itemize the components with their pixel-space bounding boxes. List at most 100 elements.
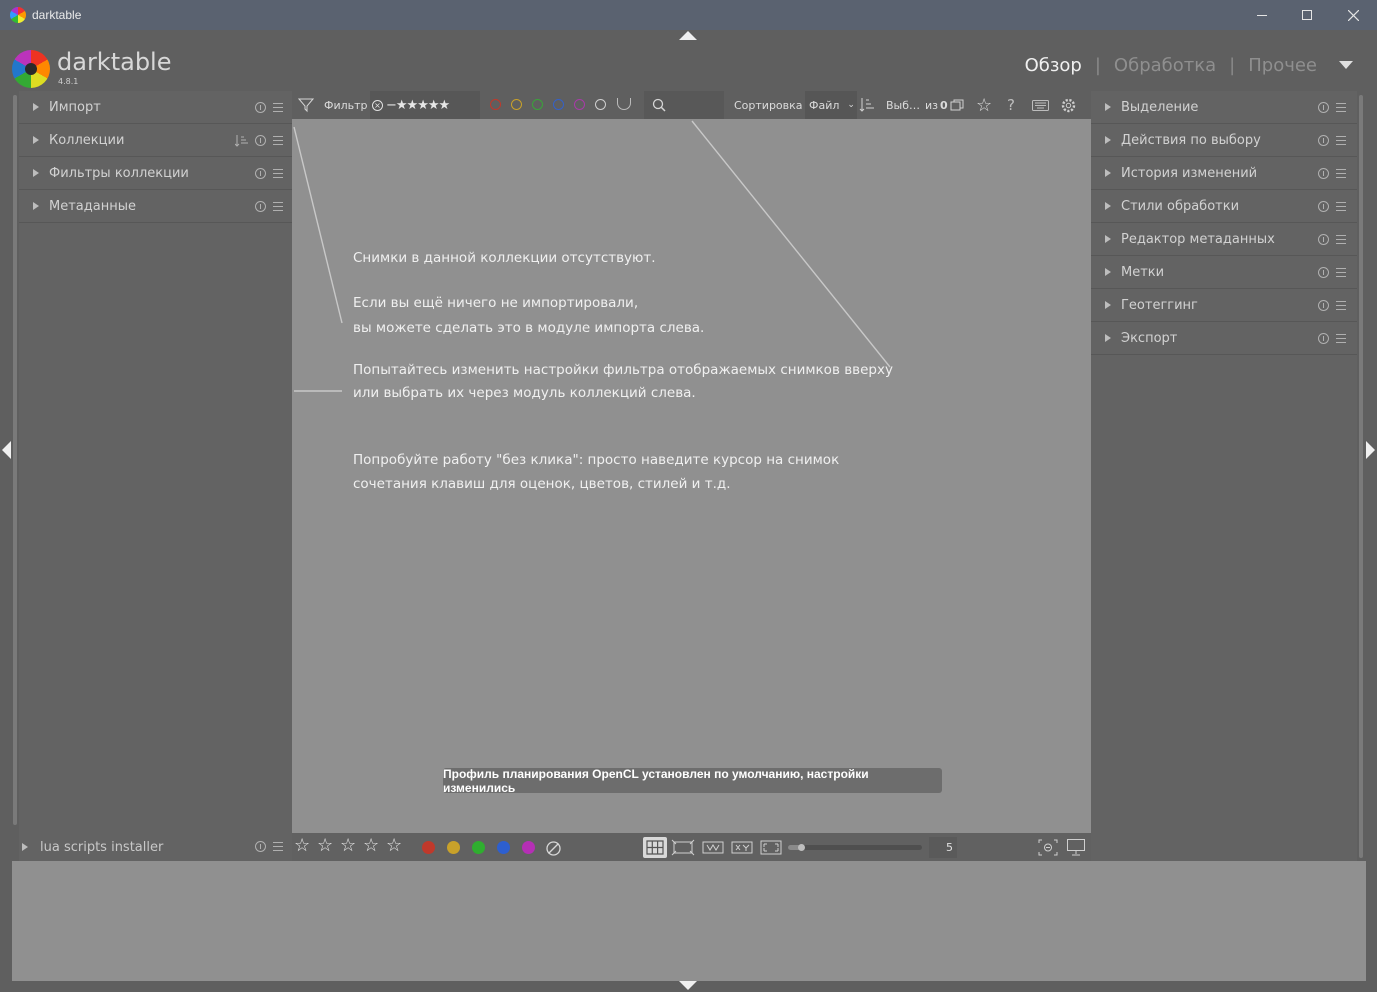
filemanager-layout-button[interactable] <box>643 837 667 858</box>
view-other[interactable]: Прочее <box>1248 55 1317 76</box>
bottom-panel-toggle-icon[interactable] <box>679 981 697 990</box>
presets-menu-icon[interactable] <box>273 103 283 112</box>
views-dropdown-icon[interactable] <box>1339 61 1353 69</box>
info-icon[interactable] <box>1318 168 1329 179</box>
star-5-icon[interactable]: ☆ <box>386 835 402 857</box>
star-1-icon[interactable]: ☆ <box>294 835 310 857</box>
minimize-button[interactable] <box>1239 0 1285 30</box>
zoom-slider-handle[interactable] <box>798 844 805 851</box>
zoom-slider[interactable] <box>788 844 922 851</box>
color-filter-3-icon[interactable] <box>553 99 564 110</box>
presets-menu-icon[interactable] <box>1336 169 1346 178</box>
color-filter-5-icon[interactable] <box>595 99 606 110</box>
filmstrip-panel[interactable] <box>12 861 1366 981</box>
view-darkroom[interactable]: Обработка <box>1114 55 1216 76</box>
presets-menu-icon[interactable] <box>1336 334 1346 343</box>
right-panel-toggle-icon[interactable] <box>1366 441 1375 459</box>
info-icon[interactable] <box>1318 333 1329 344</box>
module-select[interactable]: Выделение <box>1091 91 1357 124</box>
right-panel: Выделение Действия по выбору История изм… <box>1091 91 1357 861</box>
maximize-button[interactable] <box>1284 0 1330 30</box>
display-profile-icon[interactable] <box>1066 838 1086 857</box>
presets-menu-icon[interactable] <box>273 842 283 851</box>
module-geotagging[interactable]: Геотеггинг <box>1091 289 1357 322</box>
presets-menu-icon[interactable] <box>273 202 283 211</box>
presets-menu-icon[interactable] <box>273 136 283 145</box>
presets-menu-icon[interactable] <box>1336 268 1346 277</box>
star-4-icon[interactable]: ☆ <box>363 835 379 857</box>
module-label: Действия по выбору <box>1121 132 1261 148</box>
module-selected-actions[interactable]: Действия по выбору <box>1091 124 1357 157</box>
close-icon <box>1347 9 1359 21</box>
sort-list-icon[interactable] <box>235 134 248 147</box>
close-button[interactable] <box>1330 0 1376 30</box>
culling-layout-icon[interactable] <box>701 838 725 857</box>
info-icon[interactable] <box>255 102 266 113</box>
color-filter-2-icon[interactable] <box>532 99 543 110</box>
info-icon[interactable] <box>1318 135 1329 146</box>
module-label: Метки <box>1121 264 1165 280</box>
zoomable-layout-icon[interactable] <box>671 838 695 857</box>
grouping-icon[interactable] <box>950 91 965 119</box>
info-icon[interactable] <box>1318 300 1329 311</box>
module-styles[interactable]: Стили обработки <box>1091 190 1357 223</box>
filter-funnel-icon[interactable] <box>298 91 314 119</box>
module-collection-filters[interactable]: Фильтры коллекции <box>19 157 292 190</box>
color-filter-1-icon[interactable] <box>511 99 522 110</box>
sort-dropdown[interactable]: Файл ⌄ <box>805 91 857 119</box>
hover-hint-line-2: сочетания клавиш для оценок, цветов, сти… <box>353 476 731 492</box>
module-metadata[interactable]: Метаданные <box>19 190 292 223</box>
view-lighttable[interactable]: Обзор <box>1025 55 1082 76</box>
info-icon[interactable] <box>1318 201 1329 212</box>
lighttable-center[interactable]: Снимки в данной коллекции отсутствуют. Е… <box>292 119 1091 833</box>
top-panel-toggle-icon[interactable] <box>679 31 697 40</box>
preview-layout-icon[interactable] <box>759 838 783 857</box>
module-lua-scripts-installer[interactable]: lua scripts installer <box>12 833 292 861</box>
culling-dynamic-layout-icon[interactable] <box>730 838 754 857</box>
star-3-icon[interactable]: ☆ <box>340 835 356 857</box>
info-icon[interactable] <box>1318 102 1329 113</box>
left-scrollbar[interactable] <box>13 95 17 825</box>
module-tagging[interactable]: Метки <box>1091 256 1357 289</box>
info-icon[interactable] <box>255 201 266 212</box>
sort-order-icon[interactable] <box>859 91 875 119</box>
color-label-0-icon[interactable] <box>422 841 435 854</box>
module-import[interactable]: Импорт <box>19 91 292 124</box>
expand-icon <box>22 843 28 851</box>
info-icon[interactable] <box>255 841 266 852</box>
color-filter-4-icon[interactable] <box>574 99 585 110</box>
clear-color-labels-icon[interactable] <box>545 840 562 857</box>
rating-filter[interactable]: × −★★★★★ <box>370 91 480 119</box>
presets-menu-icon[interactable] <box>1336 136 1346 145</box>
star-2-icon[interactable]: ☆ <box>317 835 333 857</box>
module-history-stack[interactable]: История изменений <box>1091 157 1357 190</box>
info-icon[interactable] <box>255 168 266 179</box>
info-icon[interactable] <box>1318 267 1329 278</box>
info-icon[interactable] <box>255 135 266 146</box>
color-label-3-icon[interactable] <box>497 841 510 854</box>
left-panel-toggle-icon[interactable] <box>2 441 11 459</box>
keyboard-shortcuts-icon[interactable] <box>1032 91 1049 119</box>
presets-menu-icon[interactable] <box>1336 235 1346 244</box>
right-scrollbar[interactable] <box>1359 95 1363 858</box>
settings-gear-icon[interactable] <box>1060 91 1077 119</box>
overlay-star-icon[interactable]: ☆ <box>976 91 992 119</box>
import-hint-line-2: вы можете сделать это в модуле импорта с… <box>353 320 705 336</box>
presets-menu-icon[interactable] <box>1336 103 1346 112</box>
module-export[interactable]: Экспорт <box>1091 322 1357 355</box>
help-icon[interactable]: ? <box>1007 91 1015 119</box>
focus-peaking-icon[interactable] <box>1037 838 1059 857</box>
color-label-1-icon[interactable] <box>447 841 460 854</box>
zoom-entry[interactable]: 5 <box>929 837 957 858</box>
presets-menu-icon[interactable] <box>1336 301 1346 310</box>
color-label-4-icon[interactable] <box>522 841 535 854</box>
chevron-down-icon: ⌄ <box>847 100 855 110</box>
color-filter-0-icon[interactable] <box>490 99 501 110</box>
search-field[interactable] <box>644 91 724 119</box>
module-metadata-editor[interactable]: Редактор метаданных <box>1091 223 1357 256</box>
module-collections[interactable]: Коллекции <box>19 124 292 157</box>
info-icon[interactable] <box>1318 234 1329 245</box>
presets-menu-icon[interactable] <box>273 169 283 178</box>
presets-menu-icon[interactable] <box>1336 202 1346 211</box>
color-label-2-icon[interactable] <box>472 841 485 854</box>
